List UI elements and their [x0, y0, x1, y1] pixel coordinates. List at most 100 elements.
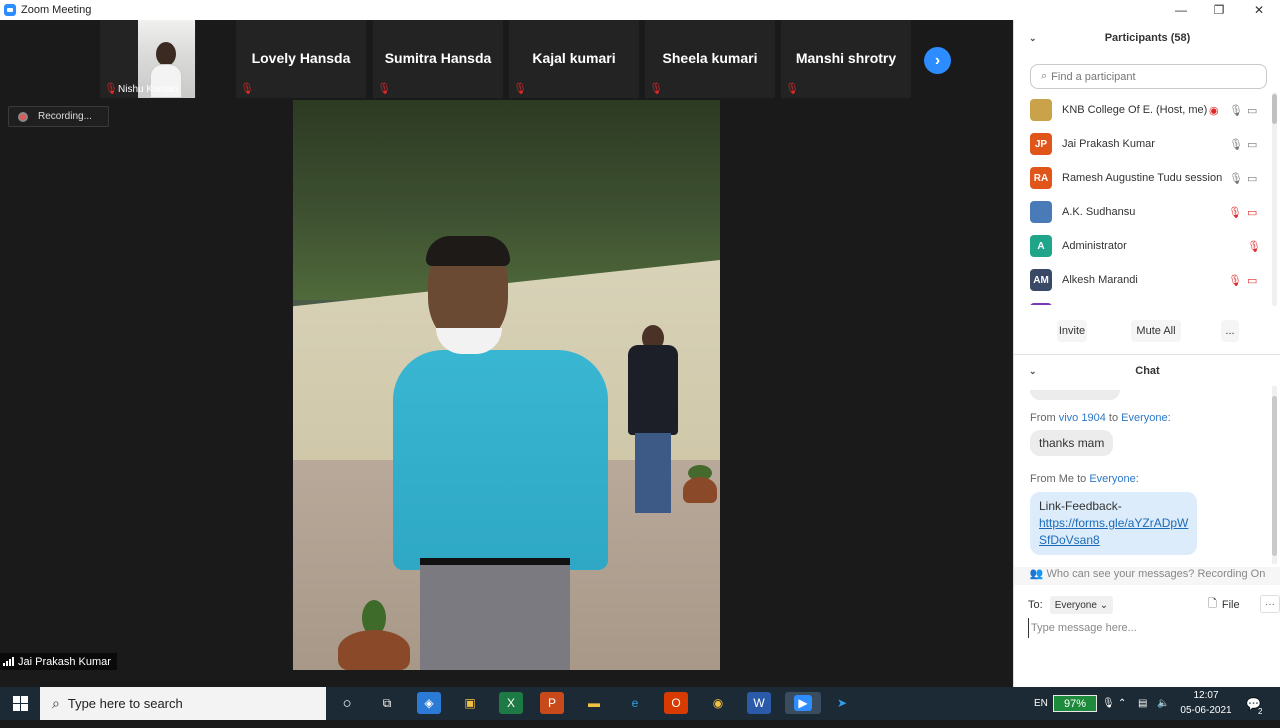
avatar: RA: [1030, 167, 1052, 189]
muted-mic-icon[interactable]: 🎙: [1228, 274, 1242, 287]
task-view-icon[interactable]: ⧉: [375, 692, 399, 714]
taskbar-search[interactable]: ⌕ Type here to search: [40, 687, 326, 720]
video-tile-sumitra[interactable]: Sumitra Hansda 🎙: [373, 20, 503, 98]
video-tile-nishu[interactable]: 🎙 Nishu Kumari: [100, 20, 196, 98]
chat-message-meta: From vivo 1904 to Everyone:: [1030, 412, 1171, 424]
battery-indicator[interactable]: 97%: [1053, 695, 1097, 712]
muted-mic-icon: 🎙: [377, 83, 391, 95]
avatar: JP: [1030, 133, 1052, 155]
recording-indicator[interactable]: Recording...: [8, 106, 109, 127]
video-icon[interactable]: ▭: [1247, 138, 1257, 151]
minimize-button[interactable]: —: [1162, 0, 1200, 20]
folder-icon[interactable]: ▬: [582, 692, 606, 714]
chat-scrollbar[interactable]: [1272, 386, 1277, 564]
store-icon[interactable]: ▣: [458, 692, 482, 714]
telegram-icon[interactable]: ➤: [830, 692, 854, 714]
participants-more-button[interactable]: ...: [1221, 320, 1239, 342]
avatar: [1030, 303, 1052, 305]
participant-row[interactable]: KNB College Of E... (Host, me) ◉ 🎙 ▭: [1014, 93, 1271, 127]
mic-icon[interactable]: 🎙: [1229, 138, 1243, 151]
network-icon[interactable]: ▤: [1138, 687, 1147, 720]
zoom-taskbar-icon[interactable]: ▶: [785, 692, 821, 714]
who-can-see-notice[interactable]: 👥 Who can see your messages? Recording O…: [1014, 567, 1280, 585]
video-tile-kajal[interactable]: Kajal kumari 🎙: [509, 20, 639, 98]
mic-tray-icon[interactable]: 🎙: [1102, 687, 1115, 720]
video-tile-manshi[interactable]: Manshi shrotry 🎙: [781, 20, 911, 98]
participant-name: Administrator: [1062, 240, 1127, 252]
avatar: A: [1030, 235, 1052, 257]
participants-scrollbar[interactable]: [1272, 94, 1277, 124]
word-icon[interactable]: W: [747, 692, 771, 714]
chrome-icon[interactable]: ◉: [706, 692, 730, 714]
chat-bubble-own: Link-Feedback- https://forms.gle/aYZrADp…: [1030, 492, 1198, 555]
avatar: AM: [1030, 269, 1052, 291]
mute-all-button[interactable]: Mute All: [1131, 320, 1181, 342]
signal-bars-icon: [3, 657, 14, 666]
start-button[interactable]: [0, 687, 40, 720]
recording-label: Recording...: [38, 111, 92, 122]
edge-icon[interactable]: e: [623, 692, 647, 714]
feedback-link[interactable]: https://forms.gle/aYZrADpW SfDoVsan8: [1039, 516, 1188, 547]
participant-row[interactable]: A Administrator 🎙: [1014, 229, 1271, 263]
chat-more-button[interactable]: ···: [1260, 595, 1280, 613]
office-icon[interactable]: O: [664, 692, 688, 714]
maximize-button[interactable]: ❐: [1200, 0, 1238, 20]
system-clock[interactable]: 12:07 05-06-2021: [1175, 688, 1237, 718]
participant-row[interactable]: AM Alkesh Marandi 🎙 ▭: [1014, 263, 1271, 297]
participant-role: (Host, me): [1156, 104, 1208, 116]
collapse-chevron-icon[interactable]: ⌄: [1029, 33, 1037, 44]
chat-message-meta: From Me to Everyone:: [1030, 473, 1139, 485]
clock-date: 05-06-2021: [1180, 705, 1232, 716]
video-off-icon[interactable]: ▭: [1247, 206, 1257, 219]
clock-time: 12:07: [1193, 690, 1219, 701]
excel-icon[interactable]: X: [499, 692, 523, 714]
search-icon: ⌕: [1041, 70, 1048, 82]
chevron-up-icon[interactable]: ⌃: [1118, 687, 1126, 720]
powerpoint-icon[interactable]: P: [540, 692, 564, 714]
collapse-chevron-icon[interactable]: ⌄: [1029, 366, 1037, 377]
participant-row[interactable]: RA Ramesh Augustine Tudu session ... 🎙 ▭: [1014, 161, 1271, 195]
cortana-icon[interactable]: ○: [335, 692, 359, 714]
chat-message-input[interactable]: Type message here...: [1028, 618, 1268, 638]
mic-icon[interactable]: 🎙: [1229, 104, 1243, 117]
recipient-name: Everyone:: [1089, 473, 1139, 485]
muted-mic-icon[interactable]: 🎙: [1247, 240, 1261, 253]
app-icon[interactable]: ◈: [417, 692, 441, 714]
active-speaker-video: [293, 100, 720, 670]
participant-name: KNB College Of E...: [1062, 104, 1152, 116]
participant-row[interactable]: A.K. Sudhansu 🎙 ▭: [1014, 195, 1271, 229]
mic-icon[interactable]: 🎙: [1229, 172, 1243, 185]
muted-mic-icon[interactable]: 🎙: [1228, 206, 1242, 219]
chat-title: Chat: [1135, 365, 1160, 377]
participant-row[interactable]: JP Jai Prakash Kumar 🎙 ▭: [1014, 127, 1271, 161]
close-button[interactable]: ✕: [1240, 0, 1278, 20]
video-tile-sheela[interactable]: Sheela kumari 🎙: [645, 20, 775, 98]
video-tile-lovely[interactable]: Lovely Hansda 🎙: [236, 20, 366, 98]
video-off-icon[interactable]: ▭: [1247, 274, 1257, 287]
invite-button[interactable]: Invite: [1057, 320, 1087, 342]
sender-name[interactable]: vivo 1904: [1059, 412, 1106, 424]
participant-search-input[interactable]: ⌕ Find a participant: [1030, 64, 1267, 89]
tile-name: Nishu Kumari: [118, 84, 179, 95]
volume-icon[interactable]: 🔈: [1157, 687, 1169, 720]
language-indicator[interactable]: EN: [1034, 687, 1048, 720]
side-panel: ⌄ Participants (58) ⌕ Find a participant…: [1013, 20, 1280, 687]
tile-name: Manshi shrotry: [795, 50, 897, 66]
video-icon[interactable]: ▭: [1247, 104, 1257, 117]
who-can-see-text: Who can see your messages? Recording On: [1046, 568, 1266, 580]
windows-logo-icon: [12, 696, 28, 711]
muted-mic-icon: 🎙: [240, 83, 254, 95]
next-page-button[interactable]: ›: [924, 47, 951, 74]
participant-row[interactable]: [1014, 297, 1271, 305]
participant-name: Ramesh Augustine Tudu session ...: [1062, 172, 1222, 184]
video-icon[interactable]: ▭: [1247, 172, 1257, 185]
chat-header: ⌄ Chat: [1014, 356, 1280, 386]
muted-mic-icon: 🎙: [649, 83, 663, 95]
file-button[interactable]: 🗋 File: [1208, 595, 1240, 614]
search-icon: ⌕: [52, 695, 60, 711]
participants-scrollbar-track[interactable]: [1272, 92, 1277, 306]
video-area: 🎙 Nishu Kumari Lovely Hansda 🎙 Sumitra H…: [0, 20, 1013, 687]
speaker-name: Jai Prakash Kumar: [18, 655, 111, 668]
window-title: Zoom Meeting: [21, 4, 92, 16]
recipient-dropdown[interactable]: Everyone ⌄: [1049, 596, 1114, 614]
